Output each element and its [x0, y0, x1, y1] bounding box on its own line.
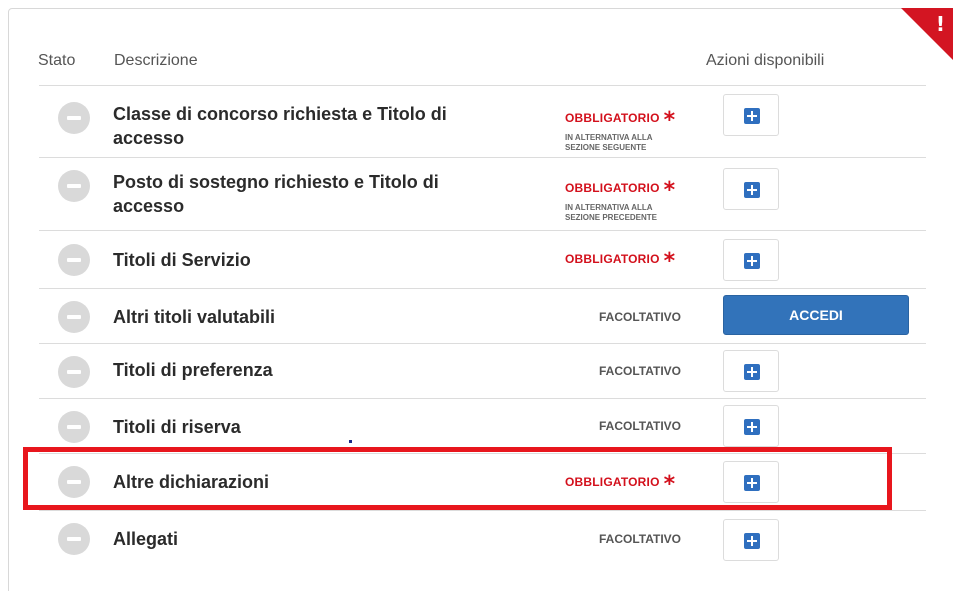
status-minus-icon	[58, 102, 90, 134]
row-description: Posto di sostegno richiesto e Titolo di …	[113, 172, 439, 216]
row-description: Allegati	[113, 529, 179, 549]
required-asterisk-icon: *	[663, 249, 676, 274]
add-button[interactable]	[723, 168, 779, 210]
plus-square-icon	[744, 182, 760, 198]
requirement-mandatory: OBBLIGATORIO * IN ALTERNATIVA ALLA SEZION…	[565, 178, 715, 223]
requirement-optional: FACOLTATIVO	[599, 310, 681, 324]
table-row: Titoli di Servizio OBBLIGATORIO *	[39, 230, 926, 288]
add-button[interactable]	[723, 405, 779, 447]
status-minus-icon	[58, 356, 90, 388]
required-asterisk-icon: *	[663, 178, 676, 203]
status-minus-icon	[58, 244, 90, 276]
requirement-note: IN ALTERNATIVA ALLA SEZIONE PRECEDENTE	[565, 203, 658, 222]
add-button[interactable]	[723, 94, 779, 136]
column-header-stato: Stato	[38, 52, 76, 69]
table-row: Allegati FACOLTATIVO	[39, 510, 926, 568]
plus-square-icon	[744, 108, 760, 124]
requirement-mandatory: OBBLIGATORIO * IN ALTERNATIVA ALLA SEZION…	[565, 108, 715, 153]
row-description: Classe di concorso richiesta e Titolo di…	[113, 104, 447, 148]
table-row: Posto di sostegno richiesto e Titolo di …	[39, 157, 926, 230]
column-header-azioni: Azioni disponibili	[706, 52, 825, 69]
plus-square-icon	[744, 364, 760, 380]
requirement-optional: FACOLTATIVO	[599, 419, 681, 433]
row-description: Titoli di preferenza	[113, 360, 273, 380]
add-button[interactable]	[723, 519, 779, 561]
table-row: Classe di concorso richiesta e Titolo di…	[39, 85, 926, 152]
requirement-note: IN ALTERNATIVA ALLA SEZIONE SEGUENTE	[565, 133, 653, 152]
row-description: Titoli di riserva	[113, 417, 241, 437]
requirement-mandatory: OBBLIGATORIO *	[565, 249, 676, 274]
table-row: Titoli di riserva FACOLTATIVO	[39, 398, 926, 453]
table-row: Titoli di preferenza FACOLTATIVO	[39, 343, 926, 398]
table-header: Stato Descrizione Azioni disponibili	[0, 52, 953, 72]
requirement-optional: FACOLTATIVO	[599, 364, 681, 378]
status-minus-icon	[58, 170, 90, 202]
exclamation-icon: !	[935, 12, 945, 36]
status-minus-icon	[58, 301, 90, 333]
add-button[interactable]	[723, 350, 779, 392]
table-row: Altri titoli valutabili FACOLTATIVO ACCE…	[39, 288, 926, 343]
stray-dot	[349, 440, 352, 443]
plus-square-icon	[744, 419, 760, 435]
plus-square-icon	[744, 253, 760, 269]
row-description: Titoli di Servizio	[113, 250, 251, 270]
row-description: Altri titoli valutabili	[113, 307, 276, 327]
status-minus-icon	[58, 523, 90, 555]
requirement-optional: FACOLTATIVO	[599, 532, 681, 546]
plus-square-icon	[744, 533, 760, 549]
accedi-button[interactable]: ACCEDI	[723, 295, 909, 335]
add-button[interactable]	[723, 239, 779, 281]
status-minus-icon	[58, 411, 90, 443]
highlight-box	[23, 447, 892, 510]
column-header-descrizione: Descrizione	[114, 52, 198, 69]
required-asterisk-icon: *	[663, 108, 676, 133]
